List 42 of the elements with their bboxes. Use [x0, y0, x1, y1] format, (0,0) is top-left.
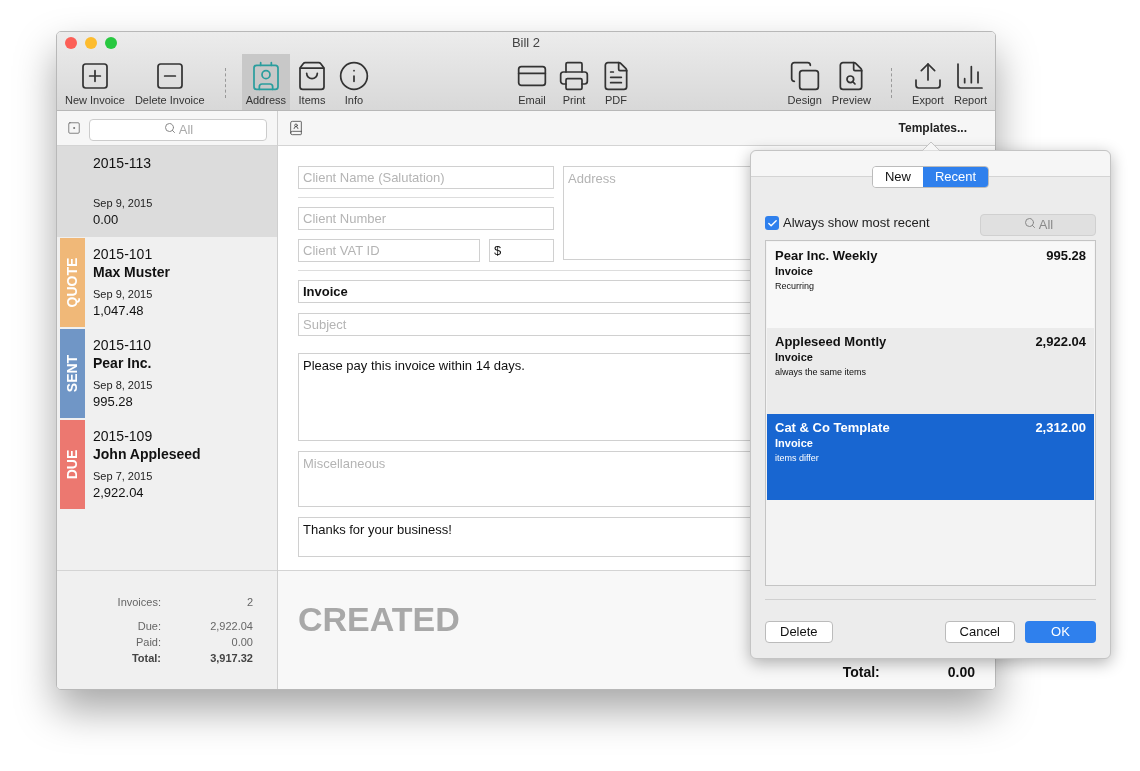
- invoice-number: 2015-113: [93, 154, 153, 172]
- checkbox-label: Always show most recent: [783, 214, 930, 233]
- template-name: Cat & Co Template: [775, 420, 890, 436]
- invoice-number: 2015-110: [93, 336, 153, 354]
- status-tag: DUE: [60, 420, 85, 509]
- status-tag: SENT: [60, 329, 85, 418]
- client-name: Pear Inc.: [93, 354, 153, 372]
- template-note: always the same items: [775, 366, 868, 379]
- template-amount: 995.28: [1046, 248, 1086, 265]
- summary-value: 0.00: [230, 635, 253, 649]
- template-note: items differ: [775, 452, 820, 465]
- summary-label: Total:: [130, 651, 161, 665]
- template-note: Recurring: [775, 280, 815, 293]
- template-amount: 2,312.00: [1035, 420, 1086, 437]
- total-value: 0.00: [947, 663, 975, 682]
- window-title: Bill 2: [511, 34, 541, 53]
- template-name: Pear Inc. Weekly: [775, 248, 878, 264]
- template-type: Invoice: [775, 264, 814, 278]
- invoice-number: 2015-101: [93, 245, 154, 263]
- template-type: Invoice: [775, 350, 814, 364]
- summary-label: Invoices:: [116, 595, 161, 609]
- summary-label: Paid:: [134, 635, 161, 649]
- invoice-amount: 1,047.48: [93, 303, 145, 319]
- invoice-number: 2015-109: [93, 427, 154, 445]
- summary-value: 2,922.04: [209, 619, 253, 633]
- summary-value: 2: [245, 595, 253, 609]
- client-name: John Appleseed: [93, 445, 201, 463]
- total-label: Total:: [842, 663, 880, 682]
- invoice-amount: 995.28: [93, 394, 134, 410]
- invoice-state: CREATED: [298, 599, 460, 640]
- invoice-amount: 0.00: [93, 212, 120, 228]
- invoice-date: Sep 9, 2015: [93, 287, 154, 302]
- invoice-date: Sep 9, 2015: [93, 196, 153, 211]
- client-name: Max Muster: [93, 263, 171, 281]
- invoice-date: Sep 7, 2015: [93, 469, 154, 484]
- invoice-amount: 2,922.04: [93, 485, 145, 501]
- invoice-date: Sep 8, 2015: [93, 378, 153, 393]
- status-tag: QUOTE: [60, 238, 85, 327]
- template-name: Appleseed Montly: [775, 334, 887, 350]
- summary-value: 3,917.32: [209, 651, 253, 665]
- template-amount: 2,922.04: [1035, 334, 1086, 351]
- summary-label: Due:: [136, 619, 161, 633]
